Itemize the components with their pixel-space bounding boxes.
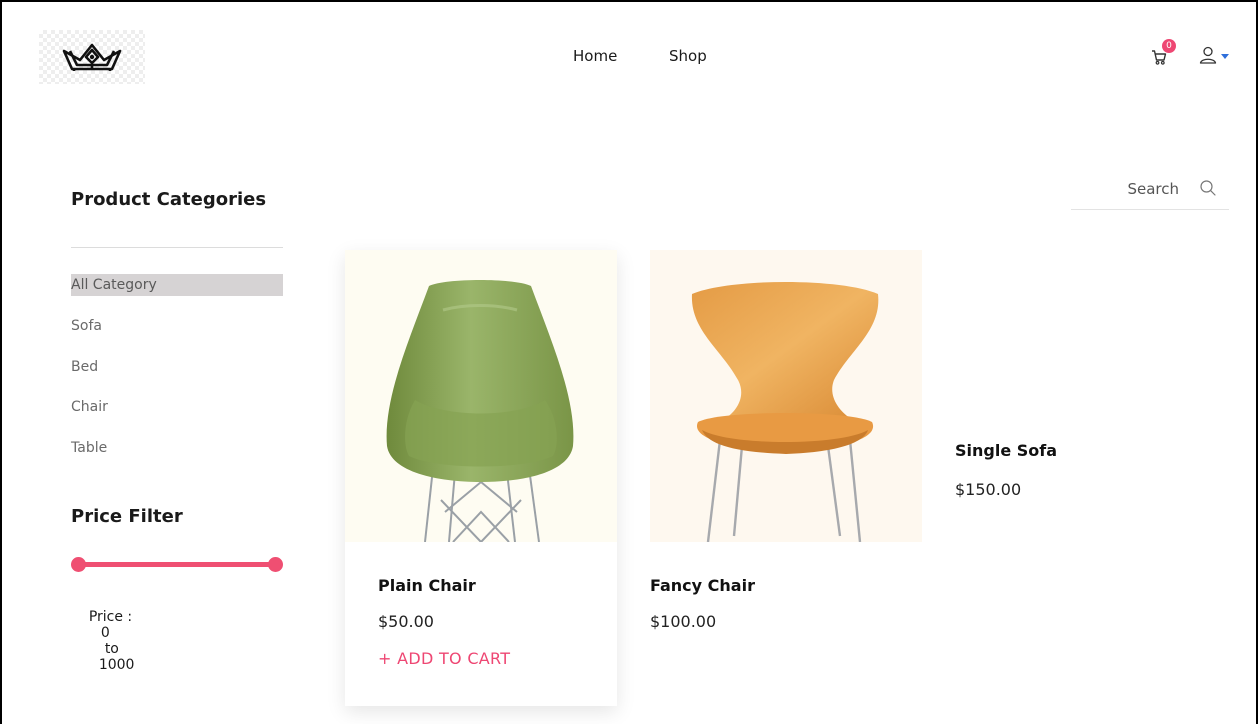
logo[interactable]	[39, 30, 145, 84]
product-price: $50.00	[378, 612, 434, 631]
nav-home[interactable]: Home	[573, 47, 617, 65]
product-name[interactable]: Single Sofa	[955, 441, 1057, 460]
categories-title: Product Categories	[71, 189, 267, 210]
product-name[interactable]: Plain Chair	[378, 576, 476, 595]
category-bed[interactable]: Bed	[71, 356, 283, 378]
price-to-label: to	[104, 641, 119, 657]
price-range-readout: Price : 0 to 1000	[71, 593, 135, 689]
product-price: $100.00	[650, 612, 717, 631]
sidebar-divider	[71, 247, 283, 248]
product-card[interactable]: Fancy Chair $100.00	[650, 250, 922, 650]
search-input[interactable]	[1071, 170, 1191, 208]
product-name[interactable]: Fancy Chair	[650, 576, 755, 595]
price-label: Price :	[88, 609, 133, 625]
green-chair-illustration	[386, 280, 574, 542]
page-frame: Home Shop 0 Product Categories All Categ…	[0, 0, 1258, 724]
user-menu[interactable]	[1199, 45, 1233, 67]
search-icon[interactable]	[1199, 179, 1217, 197]
price-min-value: 0	[100, 625, 110, 641]
category-all[interactable]: All Category	[71, 274, 283, 296]
price-slider-track[interactable]	[77, 562, 275, 567]
crown-logo-icon	[62, 43, 122, 71]
category-chair[interactable]: Chair	[71, 396, 283, 418]
chevron-down-icon	[1221, 54, 1229, 59]
category-sofa[interactable]: Sofa	[71, 315, 283, 337]
cart-count-badge: 0	[1162, 39, 1176, 53]
price-slider-min-handle[interactable]	[71, 557, 86, 572]
nav-shop[interactable]: Shop	[669, 47, 707, 65]
product-price: $150.00	[955, 480, 1022, 499]
add-to-cart-button[interactable]: + ADD TO CART	[378, 649, 510, 668]
product-image-fancy-chair[interactable]	[650, 250, 922, 542]
user-icon	[1199, 46, 1217, 64]
orange-chair-illustration	[691, 282, 879, 542]
cart-button[interactable]: 0	[1150, 39, 1176, 68]
category-table[interactable]: Table	[71, 437, 283, 459]
price-max-value: 1000	[98, 657, 135, 673]
price-slider-max-handle[interactable]	[268, 557, 283, 572]
product-card[interactable]: Plain Chair $50.00 + ADD TO CART	[345, 250, 617, 706]
product-image-plain-chair[interactable]	[345, 250, 617, 542]
search-box	[1071, 170, 1229, 210]
price-filter-title: Price Filter	[71, 506, 183, 527]
